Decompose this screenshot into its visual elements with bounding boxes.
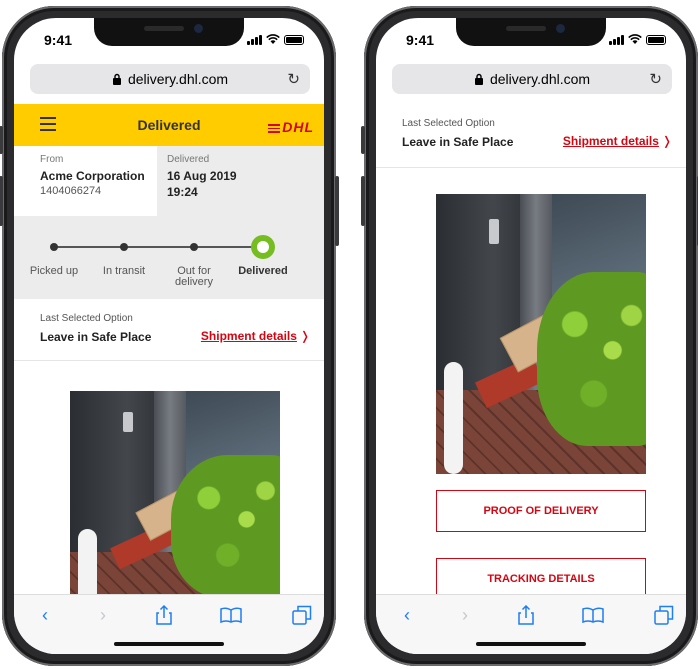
wifi-icon: [628, 34, 642, 44]
screen: 9:41 delivery.dhl.com ↻ Last Selected Op…: [376, 18, 686, 654]
progress-current-icon: [251, 235, 275, 259]
home-indicator[interactable]: [476, 642, 586, 646]
battery-icon: [646, 35, 666, 45]
address-bar[interactable]: delivery.dhl.com ↻: [30, 64, 310, 94]
option-value: Leave in Safe Place: [402, 135, 514, 149]
shipment-summary: From Acme Corporation 1404066274 Deliver…: [14, 146, 324, 216]
lock-icon: [474, 73, 483, 85]
volume-button: [361, 176, 365, 226]
bookmarks-icon[interactable]: [220, 607, 242, 623]
phone-right: 9:41 delivery.dhl.com ↻ Last Selected Op…: [361, 6, 698, 666]
browser-toolbar: ‹ ›: [14, 594, 324, 654]
status-time: 9:41: [406, 32, 435, 48]
notch: [456, 18, 606, 46]
battery-icon: [284, 35, 304, 45]
step-label: Picked up: [29, 265, 79, 277]
delivery-progress: Picked up In transit Out for delivery De…: [14, 216, 324, 299]
step-label: Delivered: [238, 265, 288, 277]
power-button: [335, 176, 339, 246]
progress-dot: [120, 243, 128, 251]
delivered-time: 19:24: [167, 185, 198, 199]
forward-icon[interactable]: ›: [462, 605, 468, 626]
address-bar[interactable]: delivery.dhl.com ↻: [392, 64, 672, 94]
signal-icon: [247, 35, 262, 45]
share-icon[interactable]: [156, 605, 172, 625]
proof-of-delivery-button[interactable]: PROOF OF DELIVERY: [436, 490, 646, 532]
delivered-date: 16 Aug 2019: [167, 169, 237, 183]
dhl-logo: DHL: [268, 119, 314, 135]
browser-toolbar: ‹ ›: [376, 594, 686, 654]
step-label: Out for delivery: [175, 265, 213, 288]
option-value: Leave in Safe Place: [40, 330, 152, 344]
progress-dot: [190, 243, 198, 251]
signal-icon: [609, 35, 624, 45]
back-icon[interactable]: ‹: [404, 605, 410, 626]
back-icon[interactable]: ‹: [42, 605, 48, 626]
chevron-right-icon: ❭: [299, 329, 310, 343]
status-time: 9:41: [44, 32, 73, 48]
progress-dot: [50, 243, 58, 251]
lock-icon: [112, 73, 121, 85]
option-label: Last Selected Option: [40, 313, 133, 324]
wifi-icon: [266, 34, 280, 44]
reload-icon[interactable]: ↻: [287, 70, 300, 88]
phone-left: 9:41 delivery.dhl.com ↻ Delivered DHL Fr…: [0, 6, 339, 666]
reload-icon[interactable]: ↻: [649, 70, 662, 88]
shipment-id: 1404066274: [40, 185, 102, 197]
from-label: From: [40, 154, 64, 165]
notch: [94, 18, 244, 46]
volume-button: [0, 126, 3, 154]
screen: 9:41 delivery.dhl.com ↻ Delivered DHL Fr…: [14, 18, 324, 654]
proof-photo: [70, 391, 280, 621]
selected-option: Last Selected Option Leave in Safe Place…: [376, 104, 686, 168]
page-header: Delivered DHL: [14, 104, 324, 146]
progress-track: [54, 246, 272, 248]
volume-button: [0, 176, 3, 226]
tabs-icon[interactable]: [654, 605, 674, 625]
volume-button: [361, 126, 365, 154]
share-icon[interactable]: [518, 605, 534, 625]
sender-name: Acme Corporation: [40, 169, 145, 183]
delivered-label: Delivered: [167, 154, 210, 165]
option-label: Last Selected Option: [402, 118, 495, 129]
bookmarks-icon[interactable]: [582, 607, 604, 623]
hamburger-menu-icon[interactable]: [40, 117, 56, 131]
proof-photo: [436, 194, 646, 474]
url-text: delivery.dhl.com: [127, 71, 229, 87]
forward-icon[interactable]: ›: [100, 605, 106, 626]
shipment-details-link[interactable]: Shipment details ❭: [201, 329, 310, 343]
tabs-icon[interactable]: [292, 605, 312, 625]
chevron-right-icon: ❭: [661, 134, 672, 148]
step-label: In transit: [102, 265, 146, 277]
shipment-details-link[interactable]: Shipment details ❭: [563, 134, 672, 148]
home-indicator[interactable]: [114, 642, 224, 646]
url-text: delivery.dhl.com: [489, 71, 591, 87]
selected-option: Last Selected Option Leave in Safe Place…: [14, 299, 324, 361]
